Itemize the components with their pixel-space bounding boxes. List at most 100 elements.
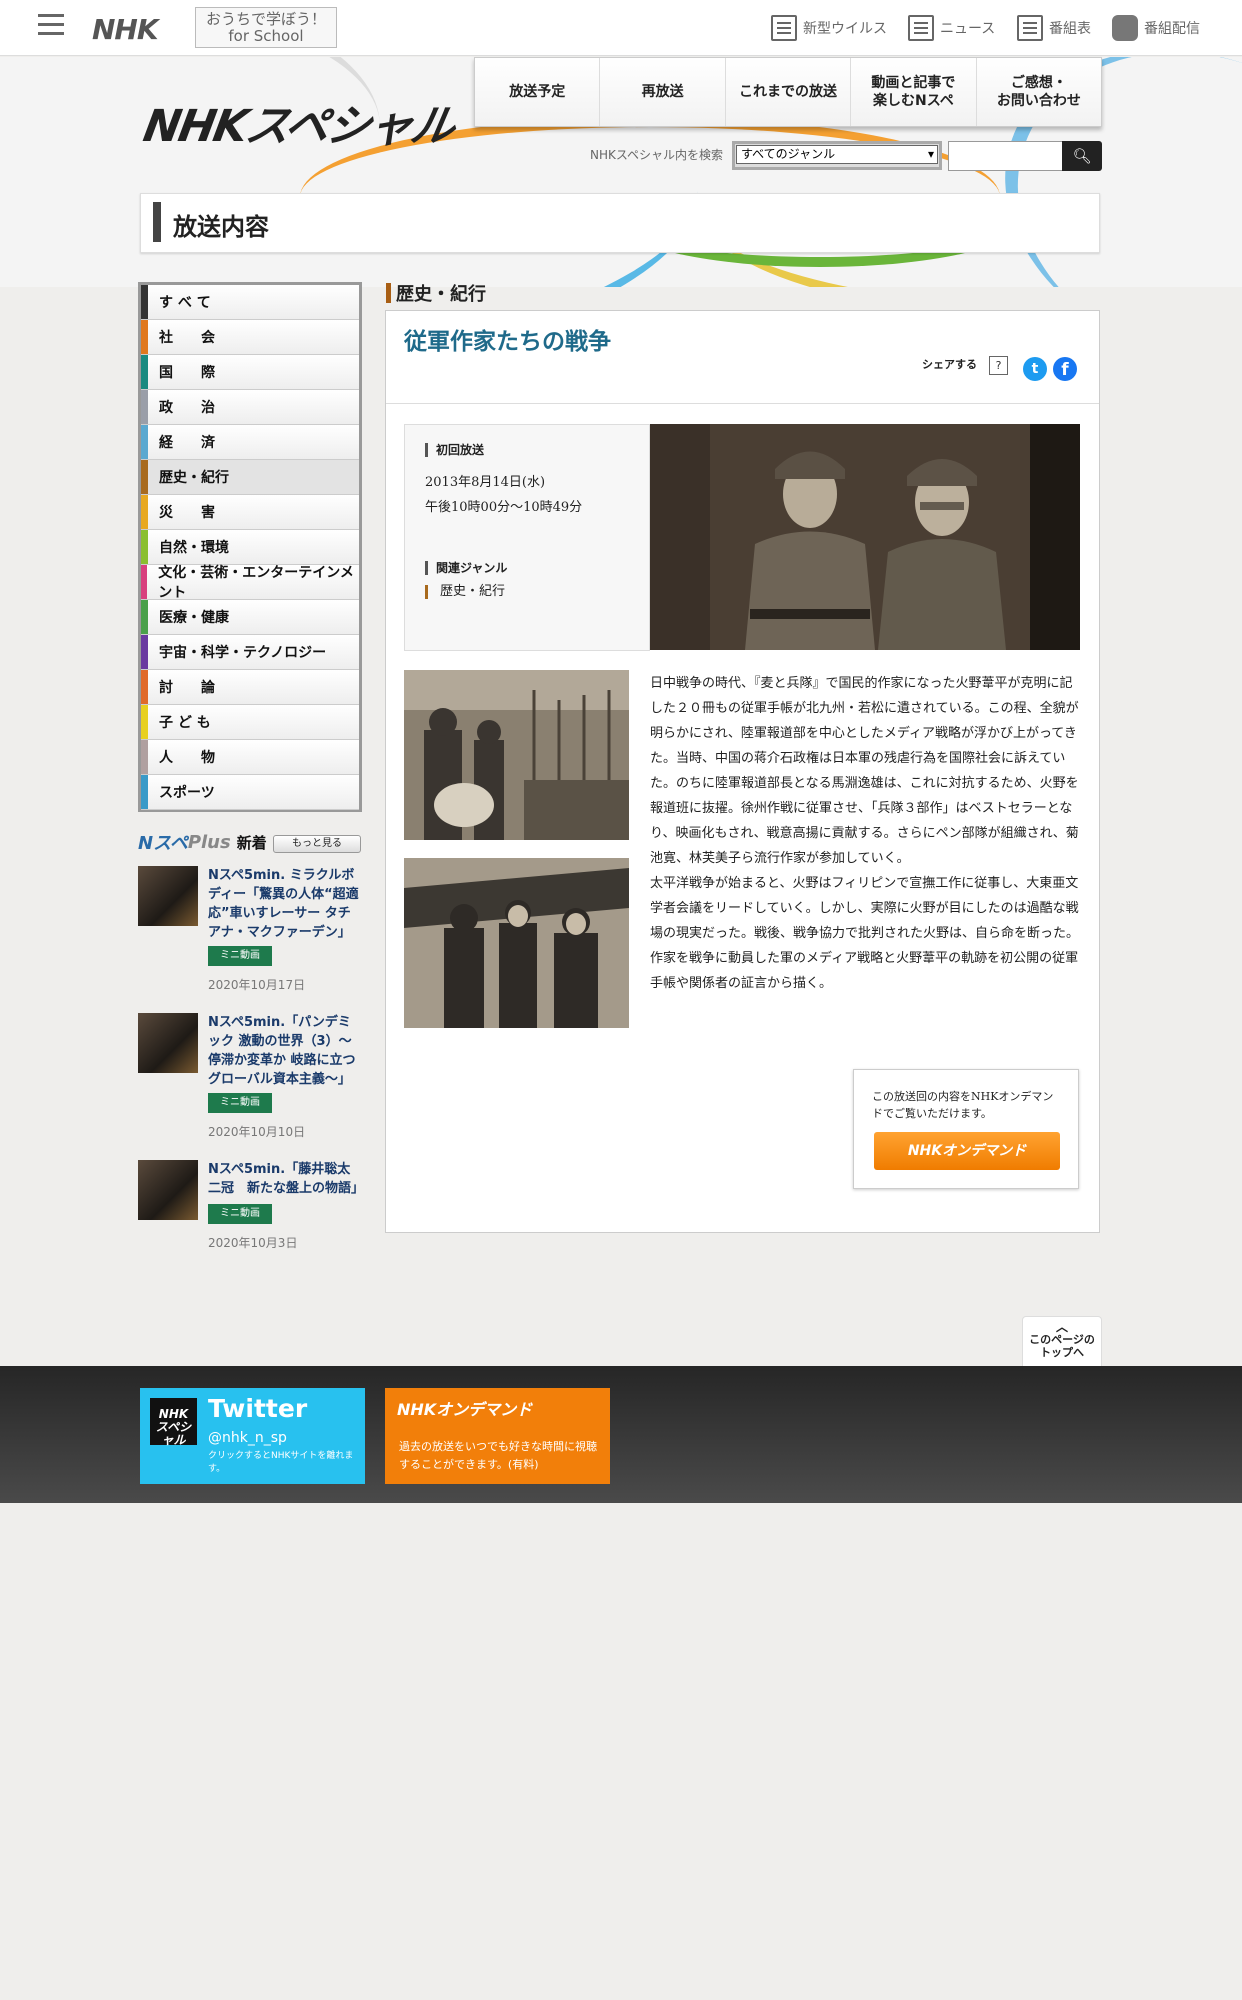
genre-select[interactable]: すべてのジャンル bbox=[732, 141, 942, 170]
nav-rebroadcast[interactable]: 再放送 bbox=[599, 58, 725, 126]
ondemand-text: この放送回の内容をNHKオンデマンドでご覧いただけます。 bbox=[872, 1090, 1054, 1120]
nav-videos-articles[interactable]: 動画と記事で 楽しむNスペ bbox=[850, 58, 976, 126]
twitter-avatar: NHK スペシャル bbox=[150, 1398, 197, 1447]
ondemand-banner[interactable]: NHKオンデマンド 過去の放送をいつでも好きな時間に視聴することができます。(有… bbox=[385, 1388, 610, 1484]
twitter-banner[interactable]: NHK スペシャル Twitter @nhk_n_sp クリックするとNHKサイ… bbox=[140, 1388, 365, 1484]
nav-schedule[interactable]: 放送予定 bbox=[475, 58, 600, 126]
virus-news-icon bbox=[771, 15, 797, 41]
genre-menu-item[interactable]: 人 物 bbox=[141, 740, 359, 775]
genre-menu-label: 国 際 bbox=[159, 365, 215, 381]
broadcast-info: 初回放送 2013年8月14日(水) 午後10時00分～10時49分 関連ジャン… bbox=[404, 424, 650, 651]
nav-feedback[interactable]: ご感想・ お問い合わせ bbox=[975, 58, 1102, 126]
genre-menu-item[interactable]: 子 ど も bbox=[141, 705, 359, 740]
ondemand-box: この放送回の内容をNHKオンデマンドでご覧いただけます。 NHKオンデマンド bbox=[853, 1069, 1079, 1189]
genre-menu-item[interactable]: 災 害 bbox=[141, 495, 359, 530]
genre-menu-label: 経 済 bbox=[159, 435, 215, 451]
related-genre-link[interactable]: 歴史・紀行 bbox=[425, 585, 505, 599]
ondemand-banner-logo: NHKオンデマンド bbox=[397, 1400, 533, 1419]
genre-menu-label: 宇宙・科学・テクノロジー bbox=[159, 645, 327, 661]
genre-menu-item[interactable]: 討 論 bbox=[141, 670, 359, 705]
twitter-note: クリックするとNHKサイトを離れます。 bbox=[208, 1451, 354, 1474]
genre-menu-label: 自然・環境 bbox=[159, 540, 229, 556]
genre-color-bar bbox=[141, 285, 148, 319]
streaming-label: 番組配信 bbox=[1144, 21, 1200, 37]
streaming-icon bbox=[1112, 15, 1138, 41]
nplus-badge: ミニ動画 bbox=[208, 946, 272, 966]
genre-heading-text: 歴史・紀行 bbox=[396, 284, 486, 305]
genre-menu-item[interactable]: 国 際 bbox=[141, 355, 359, 390]
genre-menu-item[interactable]: 自然・環境 bbox=[141, 530, 359, 565]
description-paragraph-2: 太平洋戦争が始まると、火野はフィリピンで宣撫工作に従事し、大東亜文学者会議をリー… bbox=[650, 876, 1080, 991]
more-button[interactable]: もっと見る bbox=[273, 835, 361, 853]
virus-news-label: 新型ウイルス bbox=[803, 21, 887, 37]
nplus-thumbnail[interactable] bbox=[138, 1160, 198, 1220]
news-link[interactable]: ニュース bbox=[908, 14, 995, 42]
for-school-link[interactable]: おうちで学ぼう！ for School bbox=[195, 7, 337, 48]
nplus-heading: Nスペ Plus 新着 bbox=[138, 830, 267, 855]
related-genre-label: 関連ジャンル bbox=[425, 561, 507, 575]
genre-menu-item[interactable]: 社 会 bbox=[141, 320, 359, 355]
nplus-item[interactable]: Nスペ5min. ミラクルボディー「驚異の人体“超適応”車いすレーサー タチアナ… bbox=[138, 866, 362, 992]
genre-menu-label: す べ て bbox=[159, 295, 211, 311]
page-title: 放送内容 bbox=[173, 213, 269, 241]
chevron-up-icon: ︿ bbox=[1055, 1320, 1068, 1334]
nplus-title[interactable]: Nスペ5min.「藤井聡太二冠 新たな盤上の物語」 bbox=[208, 1160, 364, 1198]
nav-past-broadcasts[interactable]: これまでの放送 bbox=[724, 58, 851, 126]
episode-photo-main bbox=[650, 424, 1080, 650]
genre-color-bar bbox=[141, 390, 148, 424]
for-school-line1: おうちで学ぼう！ bbox=[205, 10, 326, 28]
search-input[interactable] bbox=[948, 141, 1063, 171]
genre-menu-label: 災 害 bbox=[159, 505, 215, 521]
program-guide-label: 番組表 bbox=[1049, 21, 1091, 37]
genre-menu-label: 文化・芸術・エンターテインメント bbox=[158, 565, 354, 601]
genre-menu-item[interactable]: す べ て bbox=[141, 285, 359, 320]
episode-photo-airfield bbox=[404, 858, 629, 1028]
program-guide-link[interactable]: 番組表 bbox=[1017, 14, 1091, 42]
genre-menu-item[interactable]: スポーツ bbox=[141, 775, 359, 810]
genre-menu-label: 子 ど も bbox=[159, 715, 211, 731]
nplus-title[interactable]: Nスペ5min.「パンデミック 激動の世界（3）～停滞か変革か 岐路に立つグロー… bbox=[208, 1013, 362, 1089]
description-paragraph-1: 日中戦争の時代、『麦と兵隊』で国民的作家になった火野葦平が克明に記した２０冊もの… bbox=[650, 676, 1079, 866]
genre-color-bar bbox=[141, 635, 148, 669]
genre-color-bar bbox=[141, 600, 148, 634]
nplus-date: 2020年10月17日 bbox=[208, 978, 306, 992]
nplus-badge: ミニ動画 bbox=[208, 1093, 272, 1113]
genre-menu-item[interactable]: 宇宙・科学・テクノロジー bbox=[141, 635, 359, 670]
search-button[interactable]: 🔍︎ bbox=[1062, 141, 1102, 171]
nplus-badge: ミニ動画 bbox=[208, 1204, 272, 1224]
genre-menu-label: スポーツ bbox=[159, 785, 215, 801]
nplus-item[interactable]: Nスペ5min.「パンデミック 激動の世界（3）～停滞か変革か 岐路に立つグロー… bbox=[138, 1013, 362, 1139]
episode-description: 日中戦争の時代、『麦と兵隊』で国民的作家になった火野葦平が克明に記した２０冊もの… bbox=[650, 671, 1080, 996]
nplus-thumbnail[interactable] bbox=[138, 1013, 198, 1073]
nplus-item[interactable]: Nスペ5min.「藤井聡太二冠 新たな盤上の物語」 ミニ動画 2020年10月3… bbox=[138, 1160, 364, 1250]
nplus-thumbnail[interactable] bbox=[138, 866, 198, 926]
nplus-date: 2020年10月3日 bbox=[208, 1236, 298, 1250]
genre-menu-item[interactable]: 歴史・紀行 bbox=[141, 460, 359, 495]
hamburger-menu-icon[interactable] bbox=[38, 14, 64, 40]
share-label: シェアする bbox=[922, 358, 977, 371]
genre-color-bar bbox=[141, 670, 148, 704]
twitter-handle: @nhk_n_sp bbox=[208, 1430, 287, 1446]
share-help-icon[interactable]: ? bbox=[989, 356, 1008, 375]
genre-menu-item[interactable]: 医療・健康 bbox=[141, 600, 359, 635]
ondemand-button[interactable]: NHKオンデマンド bbox=[874, 1132, 1060, 1170]
first-broadcast-label: 初回放送 bbox=[425, 443, 484, 457]
genre-menu-item[interactable]: 経 済 bbox=[141, 425, 359, 460]
nhk-special-logo[interactable]: NHKスペシャル bbox=[139, 90, 459, 154]
virus-news-link[interactable]: 新型ウイルス bbox=[771, 14, 887, 42]
twitter-share-icon[interactable]: t bbox=[1023, 357, 1047, 381]
search-icon: 🔍︎ bbox=[1072, 147, 1092, 165]
genre-menu-label: 人 物 bbox=[159, 750, 215, 766]
genre-menu-item[interactable]: 政 治 bbox=[141, 390, 359, 425]
nplus-title[interactable]: Nスペ5min. ミラクルボディー「驚異の人体“超適応”車いすレーサー タチアナ… bbox=[208, 866, 362, 942]
genre-heading: 歴史・紀行 bbox=[386, 282, 486, 305]
genre-menu-item[interactable]: 文化・芸術・エンターテインメント bbox=[141, 565, 359, 601]
genre-color-bar bbox=[141, 530, 148, 564]
nhk-logo[interactable]: NHK bbox=[92, 13, 159, 46]
facebook-share-icon[interactable]: f bbox=[1053, 357, 1077, 381]
genre-menu-label: 社 会 bbox=[159, 330, 215, 346]
back-to-top-button[interactable]: ︿ このページの トップへ bbox=[1022, 1316, 1102, 1366]
genre-color-bar bbox=[141, 495, 148, 529]
streaming-link[interactable]: 番組配信 bbox=[1112, 14, 1200, 42]
episode-title: 従軍作家たちの戦争 bbox=[404, 329, 611, 355]
